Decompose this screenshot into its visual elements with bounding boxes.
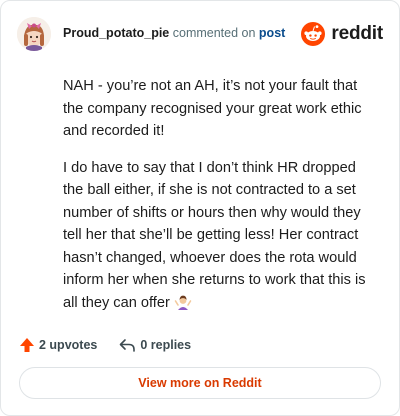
comment-paragraph-1: NAH - you’re not an AH, it’s not your fa…	[63, 78, 362, 139]
upvote-arrow-icon	[20, 338, 34, 352]
reply-count: 0 replies	[140, 338, 192, 352]
reddit-snoo-icon	[301, 22, 326, 46]
reply-button[interactable]: 0 replies	[119, 337, 191, 353]
reply-arrow-icon	[120, 339, 136, 352]
view-more-label: View more on Reddit	[138, 376, 262, 390]
comment-paragraph-2-text: I do have to say that I don’t think HR d…	[63, 159, 366, 311]
reddit-wordmark: reddit	[331, 23, 383, 44]
view-more-button[interactable]: View more on Reddit	[19, 367, 381, 399]
shrug-woman-emoji	[174, 295, 192, 310]
commented-on-text: commented on	[172, 26, 256, 40]
comment-header: Proud_potato_pie commented on post reddi…	[17, 15, 383, 55]
username-link[interactable]: Proud_potato_pie	[63, 26, 169, 40]
reddit-brand[interactable]: reddit	[301, 21, 383, 47]
comment-body: NAH - you’re not an AH, it’s not your fa…	[63, 75, 373, 328]
upvote-button[interactable]: 2 upvotes	[19, 337, 97, 353]
upvote-count: 2 upvotes	[39, 338, 98, 352]
comment-paragraph-2: I do have to say that I don’t think HR d…	[63, 157, 373, 315]
comment-card: Proud_potato_pie commented on post reddi…	[0, 0, 400, 416]
avatar-illustration	[17, 17, 51, 51]
comment-meta: Proud_potato_pie commented on post	[63, 26, 285, 40]
post-link[interactable]: post	[259, 26, 285, 40]
comment-actions: 2 upvotes 0 replies	[19, 335, 213, 355]
user-avatar[interactable]	[17, 17, 51, 51]
